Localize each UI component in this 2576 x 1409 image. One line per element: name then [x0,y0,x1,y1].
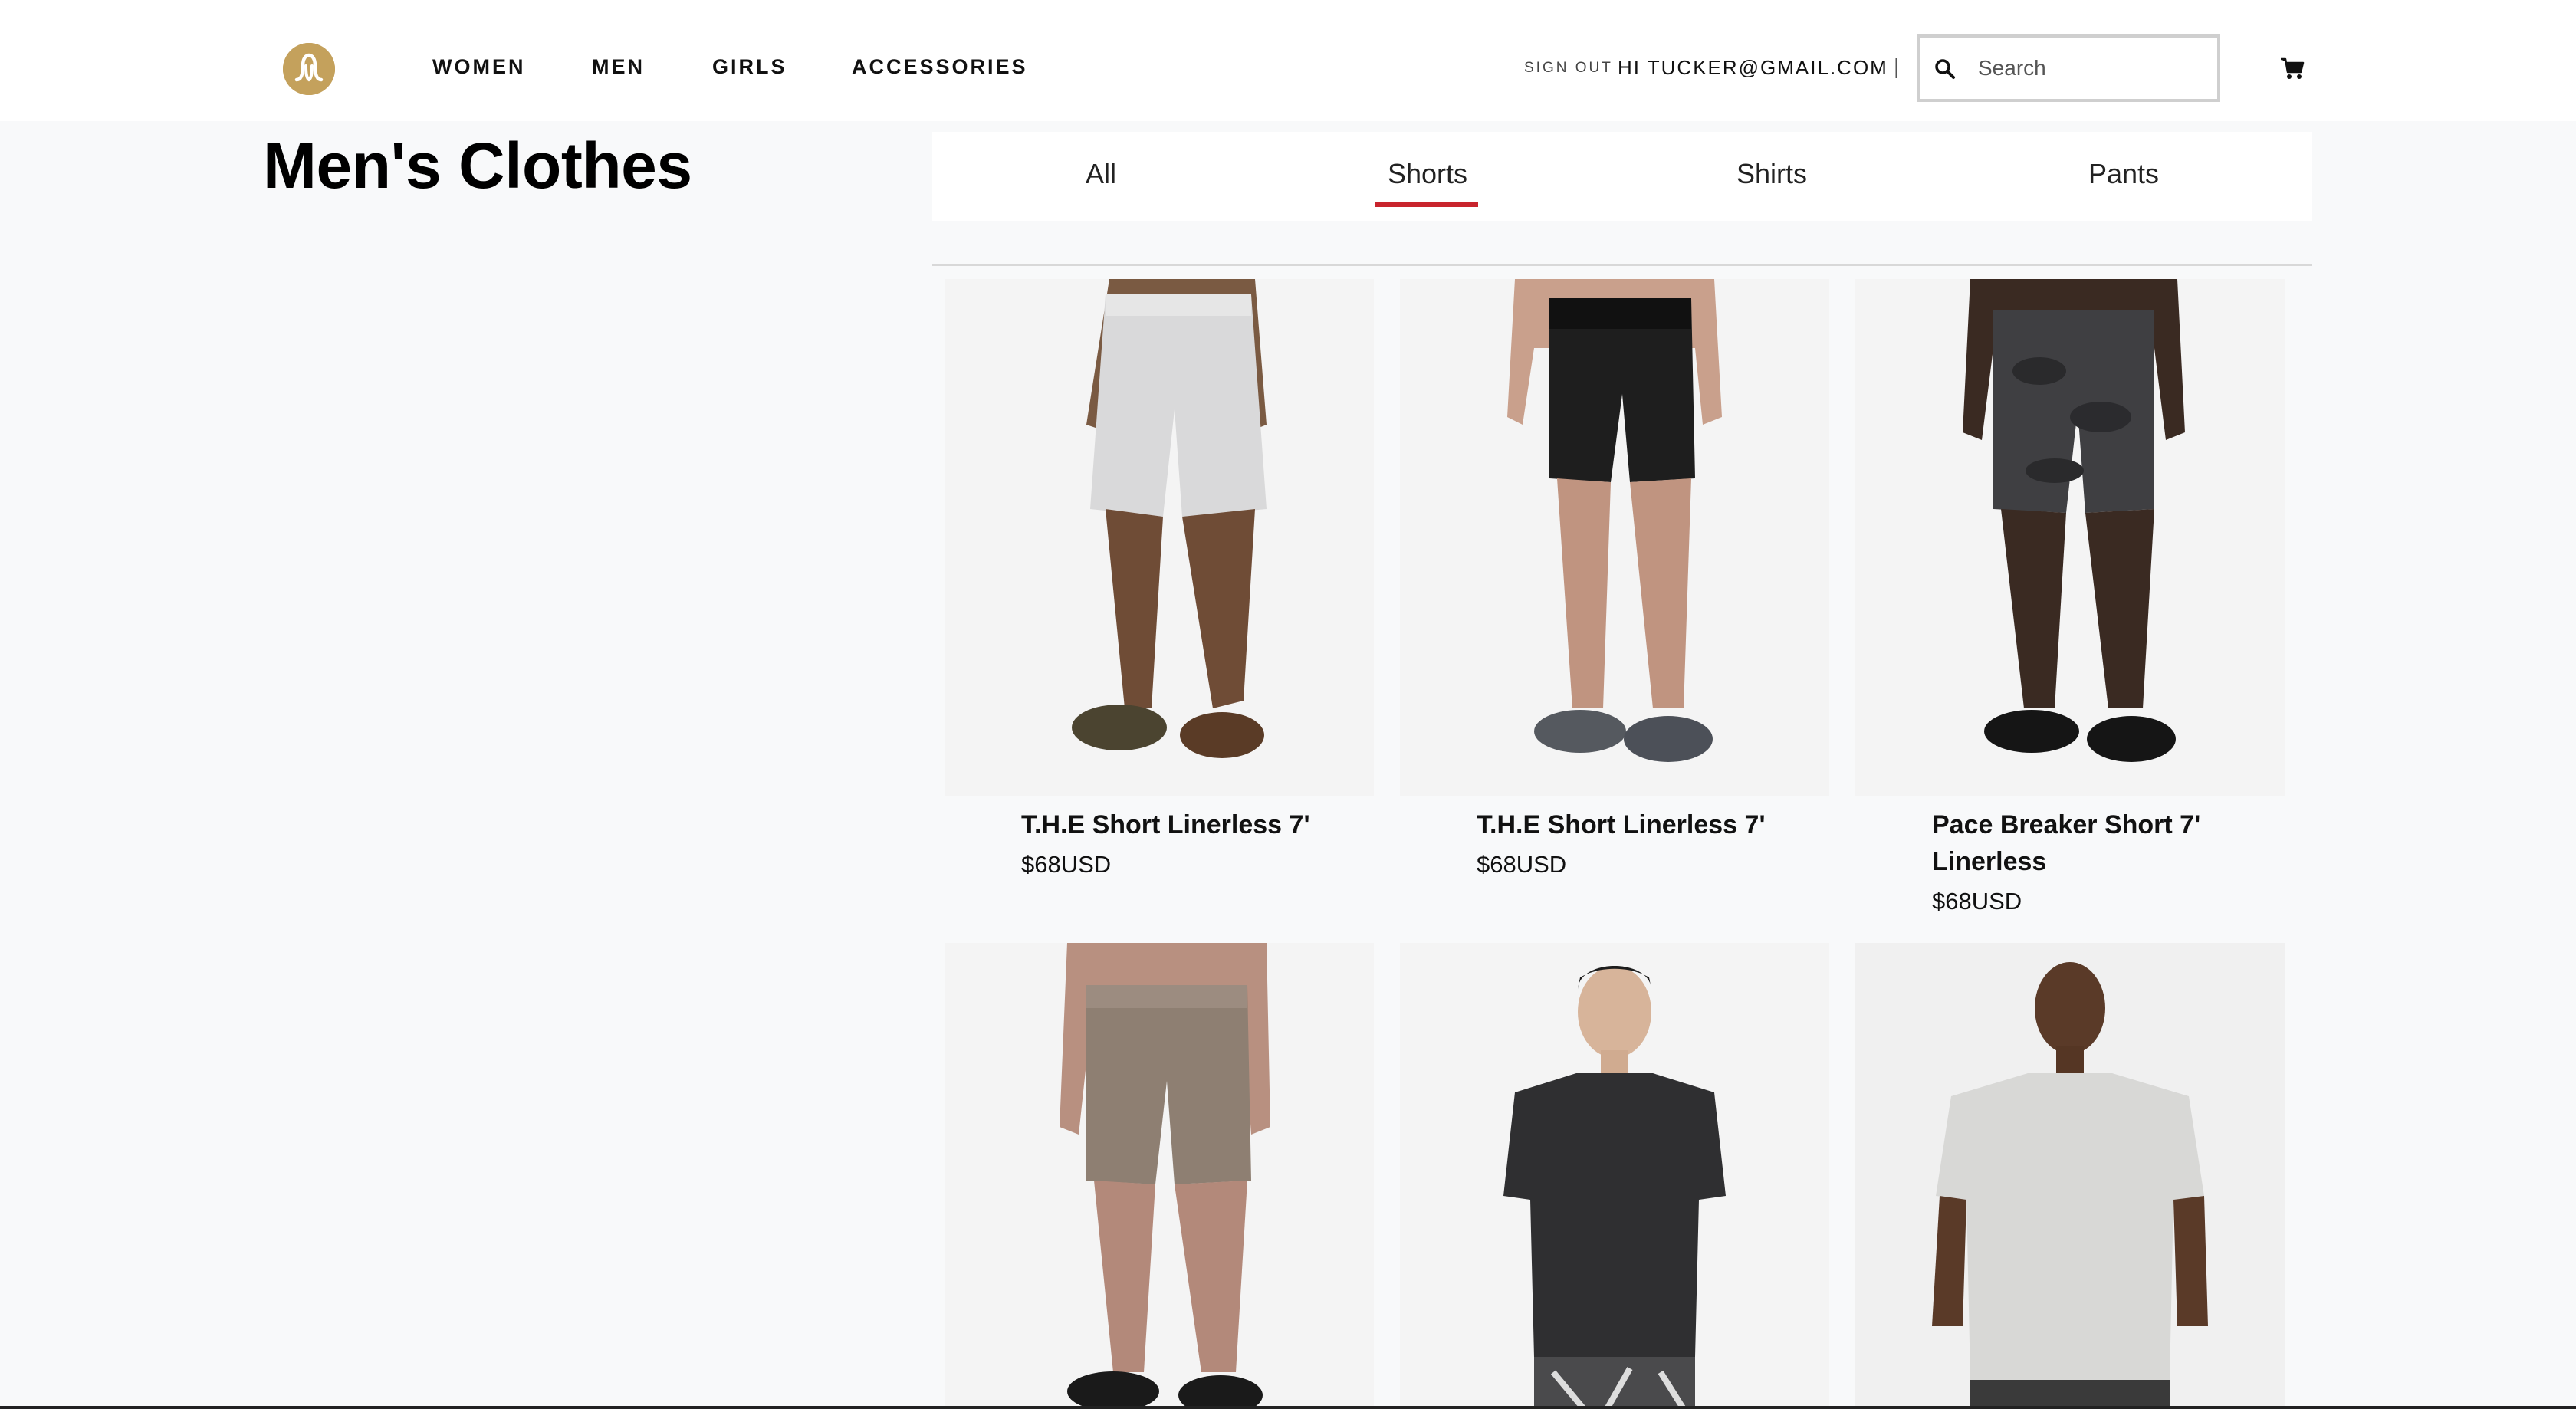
product-image[interactable] [945,943,1374,1409]
tab-shorts[interactable]: Shorts [1374,132,1481,221]
product-image[interactable] [1400,279,1829,796]
search-box[interactable] [1917,34,2220,102]
active-tab-indicator [1375,202,1478,207]
page-title: Men's Clothes [263,130,692,202]
logo-icon[interactable] [283,43,335,95]
product-image[interactable] [945,279,1374,796]
product-name[interactable]: Pace Breaker Short 7' Linerless [1932,806,2269,880]
nav-girls[interactable]: GIRLS [712,54,787,80]
sign-out-link[interactable]: SIGN OUT [1524,58,1613,78]
product-image[interactable] [1400,943,1829,1409]
product-price: $68USD [1477,851,1567,878]
product-name[interactable]: T.H.E Short Linerless 7' [1477,806,1814,843]
product-price: $68USD [1932,888,2022,915]
product-image[interactable] [1855,279,2285,796]
product-name[interactable]: T.H.E Short Linerless 7' [1021,806,1359,843]
nav-women[interactable]: WOMEN [432,54,525,80]
cart-icon[interactable] [2279,55,2305,81]
tabs-divider [932,264,2312,266]
tab-pants[interactable]: Pants [2078,132,2170,221]
user-greeting: HI TUCKER@GMAIL.COM [1618,56,1888,79]
search-input[interactable] [1978,48,2208,88]
nav-men[interactable]: MEN [592,54,645,80]
tab-all[interactable]: All [1055,132,1147,221]
header-divider: | [1894,54,1900,78]
tab-shirts[interactable]: Shirts [1722,132,1822,221]
search-icon [1935,59,1955,79]
product-image[interactable] [1855,943,2285,1409]
site-header: WOMEN MEN GIRLS ACCESSORIES SIGN OUT HI … [0,0,2576,121]
category-tabs: All Shorts Shirts Pants [932,132,2312,221]
product-price: $68USD [1021,851,1112,878]
nav-accessories[interactable]: ACCESSORIES [852,54,1028,80]
window-bottom-edge [0,1406,2576,1409]
